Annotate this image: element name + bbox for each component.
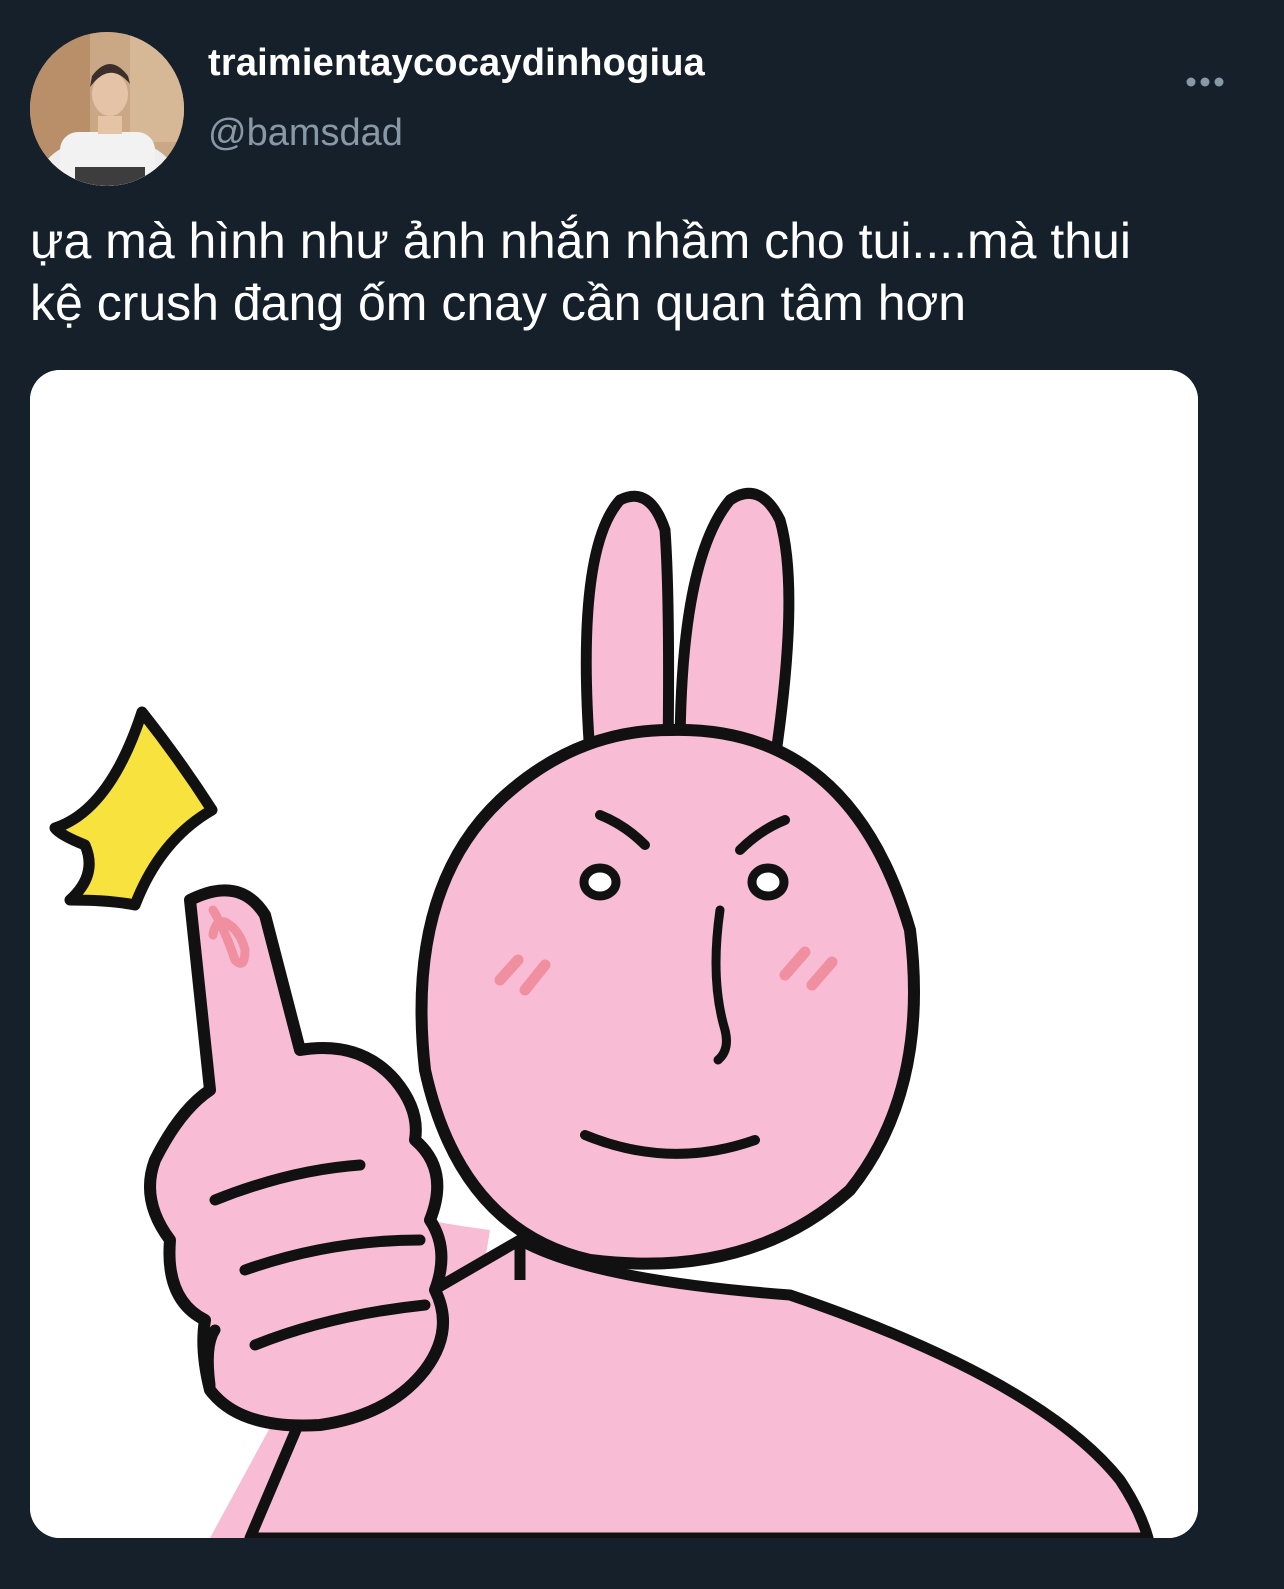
tweet-media-image[interactable] xyxy=(30,370,1198,1538)
avatar-photo-icon xyxy=(30,32,184,186)
bunny-head xyxy=(415,723,920,1270)
bunny-thumbs-up-sticker xyxy=(30,370,1198,1538)
more-horizontal-icon xyxy=(1186,77,1224,87)
more-options-button[interactable] xyxy=(1180,64,1230,100)
tweet-card: traimientaycocaydinhogiua @bamsdad ựa mà… xyxy=(0,0,1284,1589)
tweet-text: ựa mà hình như ảnh nhắn nhầm cho tui....… xyxy=(30,213,1131,331)
author-handle[interactable]: @bamsdad xyxy=(208,112,403,155)
author-avatar[interactable] xyxy=(30,32,184,186)
author-display-name[interactable]: traimientaycocaydinhogiua xyxy=(208,42,705,85)
